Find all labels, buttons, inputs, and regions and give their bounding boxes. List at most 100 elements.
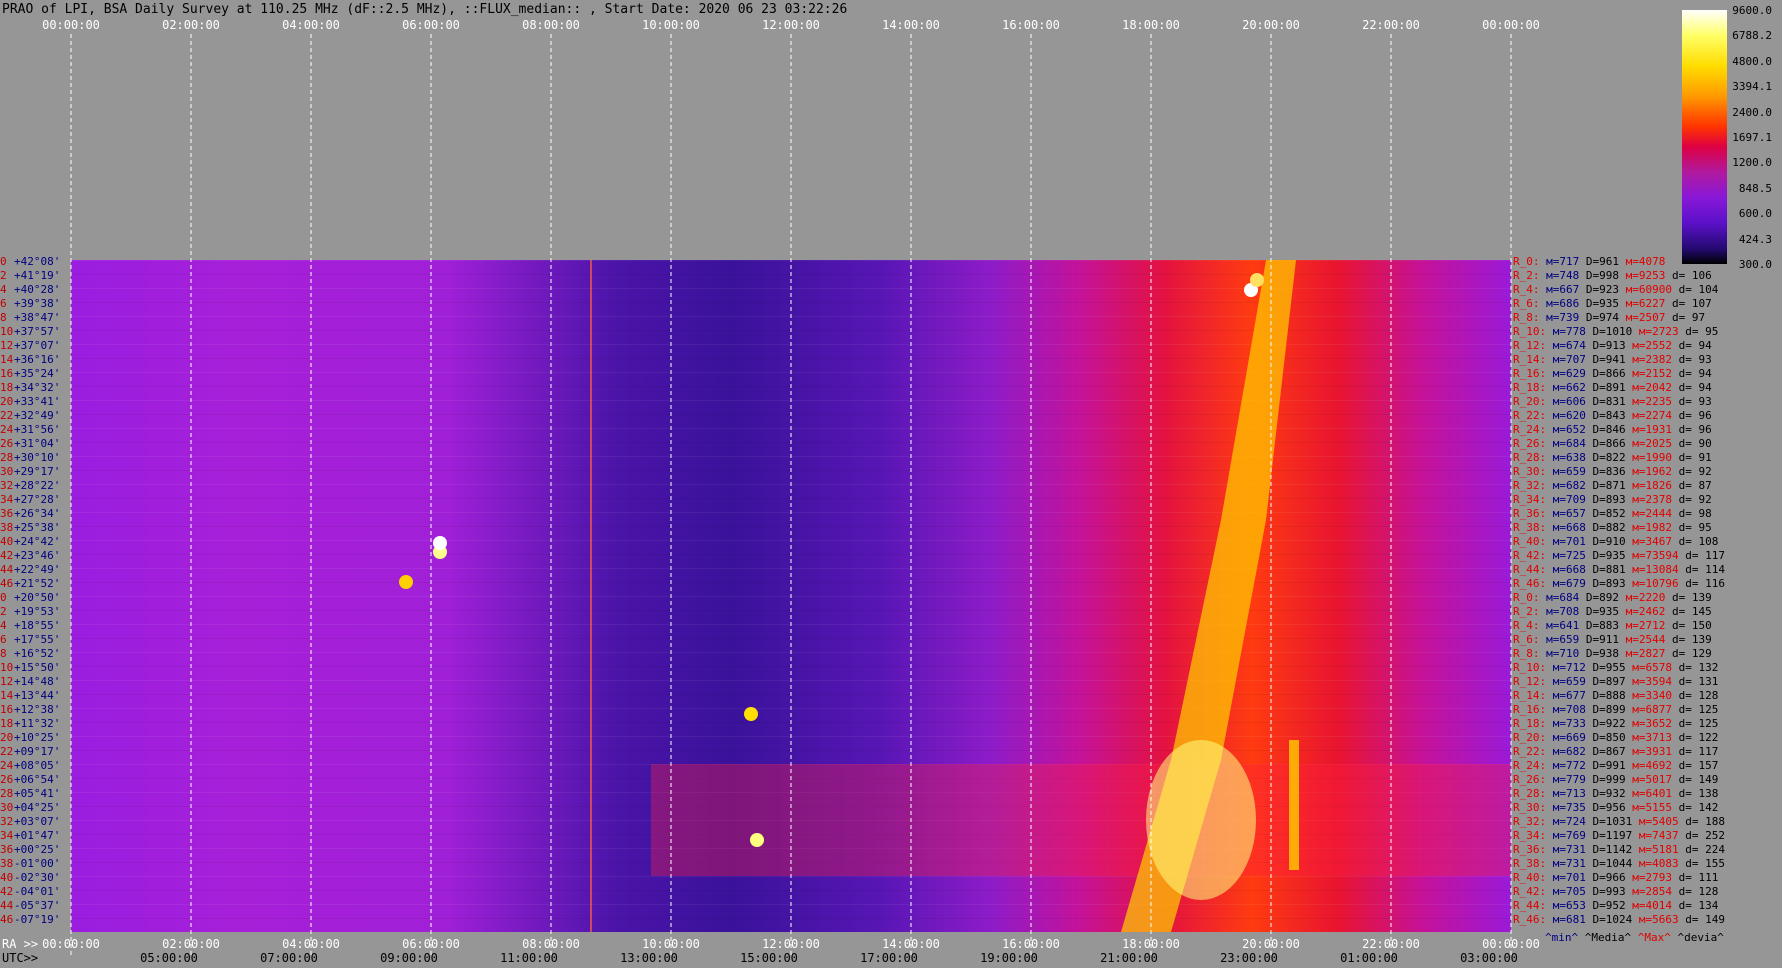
beam-stat-row: R_24: м=652 D=846 м=1931 d= 96 xyxy=(1513,423,1712,436)
stat-max: м=1826 xyxy=(1632,479,1672,492)
heatmap-row-band xyxy=(71,708,1511,709)
beam-index: 44 xyxy=(0,563,14,576)
bright-column xyxy=(1289,740,1299,870)
stat-min: м=731 xyxy=(1552,843,1586,856)
stat-min: м=779 xyxy=(1552,773,1586,786)
beam-id: R_36: xyxy=(1513,507,1547,520)
beam-id: R_2: xyxy=(1513,605,1540,618)
declination-value: -01°00' xyxy=(14,857,61,870)
stat-dev: d= 107 xyxy=(1672,297,1712,310)
declination-row: 42+23°46' xyxy=(0,549,70,562)
stat-median: D=955 xyxy=(1592,661,1626,674)
declination-row: 16+12°38' xyxy=(0,703,70,716)
ra-axis-tick: 00:00:00 xyxy=(1482,937,1540,951)
declination-row: 0 +20°50' xyxy=(0,591,70,604)
stat-min: м=641 xyxy=(1546,619,1580,632)
stat-dev: d= 98 xyxy=(1678,507,1712,520)
stat-min: м=620 xyxy=(1552,409,1586,422)
heatmap-row-band xyxy=(71,274,1511,275)
beam-index: 14 xyxy=(0,689,14,702)
declination-row: 2 +41°19' xyxy=(0,269,70,282)
stat-max: м=1982 xyxy=(1632,521,1672,534)
heatmap-row-band xyxy=(71,876,1511,877)
declination-row: 20+10°25' xyxy=(0,731,70,744)
beam-id: R_42: xyxy=(1513,885,1547,898)
stat-max: м=9253 xyxy=(1625,269,1666,282)
heatmap-row-band xyxy=(71,456,1511,457)
beam-index: 2 xyxy=(0,269,7,282)
stat-max: м=2220 xyxy=(1625,591,1666,604)
utc-axis-tick: 17:00:00 xyxy=(860,951,918,965)
declination-value: +22°49' xyxy=(14,563,61,576)
beam-index: 32 xyxy=(0,815,14,828)
stat-min: м=638 xyxy=(1552,451,1586,464)
beam-stat-row: R_12: м=659 D=897 м=3594 d= 131 xyxy=(1513,675,1718,688)
stat-dev: d= 122 xyxy=(1678,731,1719,744)
beam-index: 2 xyxy=(0,605,7,618)
stat-min: м=707 xyxy=(1552,353,1586,366)
beam-stat-row: R_32: м=724 D=1031 м=5405 d= 188 xyxy=(1513,815,1725,828)
beam-index: 18 xyxy=(0,381,14,394)
declination-value: +42°08' xyxy=(14,255,61,268)
legend-median: ^Media^ xyxy=(1584,931,1632,944)
stat-min: м=725 xyxy=(1552,549,1586,562)
beam-stat-row: R_0: м=717 D=961 м=4078 xyxy=(1513,255,1665,268)
beam-stat-row: R_20: м=669 D=850 м=3713 d= 122 xyxy=(1513,731,1718,744)
stat-min: м=709 xyxy=(1552,493,1586,506)
ra-axis-tick: 20:00:00 xyxy=(1242,937,1300,951)
colorbar-tick: 300.0 xyxy=(1738,258,1772,271)
beam-stat-row: R_0: м=684 D=892 м=2220 d= 139 xyxy=(1513,591,1712,604)
declination-value: +25°38' xyxy=(14,521,61,534)
colorbar-tick: 1200.0 xyxy=(1732,156,1772,170)
stat-min: м=778 xyxy=(1552,325,1586,338)
beam-stat-row: R_34: м=709 D=893 м=2378 d= 92 xyxy=(1513,493,1712,506)
declination-value: +12°38' xyxy=(14,703,61,716)
beam-index: 8 xyxy=(0,311,7,324)
declination-row: 34+01°47' xyxy=(0,829,70,842)
stat-min: м=710 xyxy=(1546,647,1580,660)
declination-row: 46-07°19' xyxy=(0,913,70,926)
stat-max: м=3340 xyxy=(1632,689,1672,702)
stat-min: м=669 xyxy=(1552,731,1586,744)
top-axis-tick: 02:00:00 xyxy=(162,18,220,32)
declination-value: +32°49' xyxy=(14,409,61,422)
beam-index: 28 xyxy=(0,451,14,464)
beam-index: 12 xyxy=(0,675,14,688)
declination-row: 2 +19°53' xyxy=(0,605,70,618)
stat-min: м=681 xyxy=(1552,913,1586,926)
heatmap-row-band xyxy=(71,918,1511,919)
declination-row: 18+11°32' xyxy=(0,717,70,730)
stat-dev: d= 125 xyxy=(1678,703,1719,716)
stat-max: м=2854 xyxy=(1632,885,1672,898)
stat-min: м=682 xyxy=(1552,745,1586,758)
chart-title: PRAO of LPI, BSA Daily Survey at 110.25 … xyxy=(2,2,848,17)
declination-row: 38+25°38' xyxy=(0,521,70,534)
stat-min: м=606 xyxy=(1552,395,1586,408)
beam-id: R_28: xyxy=(1513,787,1547,800)
declination-value: +30°10' xyxy=(14,451,61,464)
colorbar-tick: 1697.1 xyxy=(1732,131,1772,144)
stat-dev: d= 97 xyxy=(1672,311,1706,324)
stat-max: м=6877 xyxy=(1632,703,1672,716)
declination-value: +14°48' xyxy=(14,675,61,688)
stat-dev: d= 145 xyxy=(1672,605,1712,618)
stat-dev: d= 90 xyxy=(1678,437,1712,450)
stat-dev: d= 91 xyxy=(1678,451,1712,464)
ra-axis-tick: 00:00:00 xyxy=(42,937,100,951)
stat-median: D=1031 xyxy=(1592,815,1633,828)
stat-median: D=892 xyxy=(1585,591,1619,604)
beam-index: 6 xyxy=(0,297,7,310)
beam-stat-row: R_4: м=667 D=923 м=60900 d= 104 xyxy=(1513,283,1718,296)
stat-max: м=2235 xyxy=(1632,395,1672,408)
declination-row: 26+31°04' xyxy=(0,437,70,450)
beam-stat-row: R_36: м=731 D=1142 м=5181 d= 224 xyxy=(1513,843,1725,856)
beam-id: R_2: xyxy=(1513,269,1540,282)
beam-index: 40 xyxy=(0,871,14,884)
heatmap-row-band xyxy=(71,722,1511,723)
declination-value: +37°57' xyxy=(14,325,61,338)
stat-median: D=871 xyxy=(1592,479,1626,492)
beam-index: 16 xyxy=(0,703,14,716)
stat-min: м=653 xyxy=(1552,899,1586,912)
stat-dev: d= 139 xyxy=(1672,633,1712,646)
heatmap-row-band xyxy=(71,344,1511,345)
